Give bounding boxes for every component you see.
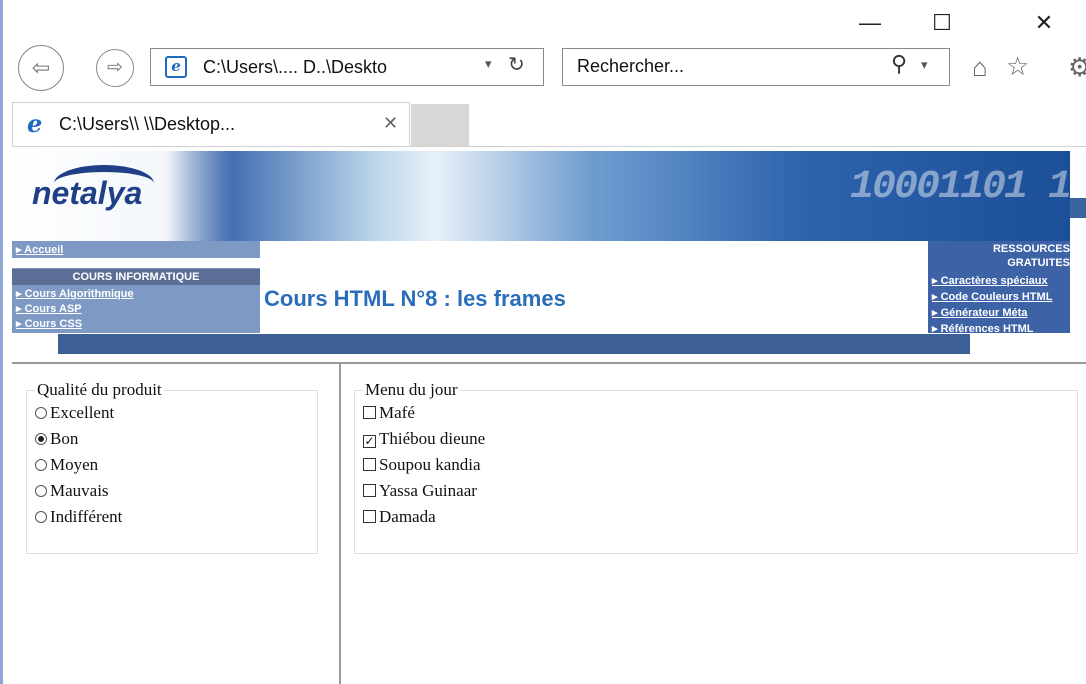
minimize-button[interactable]: — [848, 8, 892, 38]
search-input[interactable] [575, 55, 859, 78]
nav-link-accueil[interactable]: ▸ Accueil [16, 243, 63, 256]
radio-option[interactable]: Bon [35, 426, 317, 452]
banner-footer-bar [58, 334, 970, 354]
search-icon[interactable]: ⚲ [891, 51, 907, 77]
window-edge [0, 0, 3, 684]
checkbox-option[interactable]: Mafé [363, 400, 1077, 426]
radio-button[interactable] [35, 407, 47, 419]
checkbox-label: Thiébou dieune [379, 429, 486, 448]
radio-option[interactable]: Indifférent [35, 504, 317, 530]
checkbox-label: Damada [379, 507, 436, 526]
tab-title: C:\Users\\ \\Desktop... [59, 114, 236, 134]
qualite-legend: Qualité du produit [37, 380, 162, 399]
checkbox[interactable] [363, 484, 376, 497]
frame-divider[interactable] [339, 364, 341, 684]
checkbox-label: Soupou kandia [379, 455, 481, 474]
nav-separator [12, 258, 260, 268]
nav-link-asp[interactable]: ▸ Cours ASP [16, 302, 82, 315]
radio-option[interactable]: Moyen [35, 452, 317, 478]
address-dropdown-icon[interactable]: ▾ [485, 56, 492, 72]
radio-option[interactable]: Mauvais [35, 478, 317, 504]
maximize-button[interactable]: ☐ [920, 8, 964, 38]
search-box[interactable]: ⚲ ▾ [562, 48, 950, 86]
checkbox-checked[interactable]: ✓ [363, 435, 376, 448]
close-button[interactable]: ✕ [1022, 8, 1066, 38]
checkbox-label: Mafé [379, 403, 415, 422]
radio-button[interactable] [35, 485, 47, 497]
checkbox-option[interactable]: Damada [363, 504, 1077, 530]
page-title: Cours HTML N°8 : les frames [264, 286, 566, 311]
left-nav: ▸ Accueil COURS INFORMATIQUE ▸ Cours Alg… [12, 241, 260, 333]
checkbox[interactable] [363, 406, 376, 419]
resources-heading-1: RESSOURCES [992, 243, 1070, 255]
banner-edge [1070, 198, 1086, 218]
frame-border[interactable] [12, 362, 1086, 364]
checkbox-option[interactable]: Yassa Guinaar [363, 478, 1077, 504]
site-logo[interactable]: netalya [32, 175, 142, 212]
radio-button[interactable] [35, 459, 47, 471]
address-url[interactable]: C:\Users\.... D..\Deskto [203, 57, 473, 78]
resources-heading-2: GRATUITES [1007, 257, 1070, 269]
ie-page-icon: e [165, 56, 187, 78]
forward-arrow-icon: ⇨ [107, 57, 123, 78]
radio-label: Indifférent [50, 507, 123, 526]
menu-fieldset: Menu du jour Mafé ✓ Thiébou dieune Soupou… [354, 380, 1078, 554]
radio-button[interactable] [35, 511, 47, 523]
nav-link-caracteres[interactable]: ▸ Caractères spéciaux [932, 274, 1048, 287]
checkbox[interactable] [363, 510, 376, 523]
checkbox[interactable] [363, 458, 376, 471]
nav-link-couleurs[interactable]: ▸ Code Couleurs HTML [932, 290, 1052, 303]
address-bar[interactable]: e C:\Users\.... D..\Deskto ▾ ↻ [150, 48, 544, 86]
search-dropdown-icon[interactable]: ▾ [921, 57, 928, 73]
back-arrow-icon: ⇦ [31, 55, 51, 80]
gear-icon[interactable]: ⚙ [1068, 52, 1086, 83]
banner-binary-digits: 10001101 1 [849, 165, 1070, 210]
refresh-icon[interactable]: ↻ [508, 52, 525, 77]
site-banner: netalya 10001101 1 [12, 151, 1070, 241]
tab-close-icon[interactable]: ✕ [383, 113, 398, 134]
radio-label: Mauvais [50, 481, 109, 500]
nav-link-meta[interactable]: ▸ Générateur Méta [932, 306, 1027, 319]
qualite-fieldset: Qualité du produit Excellent Bon Moyen M… [26, 380, 318, 554]
new-tab-button[interactable] [411, 104, 469, 146]
menu-legend: Menu du jour [365, 380, 458, 399]
checkbox-option[interactable]: Soupou kandia [363, 452, 1077, 478]
favorites-star-icon[interactable]: ☆ [1006, 51, 1029, 82]
checkbox-option[interactable]: ✓ Thiébou dieune [363, 426, 1077, 452]
checkbox-label: Yassa Guinaar [379, 481, 477, 500]
tab-divider [12, 146, 1086, 147]
browser-tab[interactable]: e C:\Users\\ \\Desktop... ✕ [12, 102, 410, 146]
radio-option[interactable]: Excellent [35, 400, 317, 426]
nav-heading: COURS INFORMATIQUE [12, 269, 260, 285]
back-button[interactable]: ⇦ [18, 45, 64, 91]
nav-link-references[interactable]: ▸ Références HTML [932, 322, 1034, 333]
right-nav: RESSOURCES GRATUITES ▸ Caractères spécia… [928, 241, 1070, 333]
radio-label: Bon [50, 429, 79, 448]
nav-link-css[interactable]: ▸ Cours CSS [16, 317, 82, 330]
radio-button[interactable] [35, 433, 47, 445]
ie-logo-icon: e [27, 109, 43, 138]
nav-link-algorithmique[interactable]: ▸ Cours Algorithmique [16, 287, 134, 300]
forward-button[interactable]: ⇨ [96, 49, 134, 87]
radio-label: Excellent [50, 403, 115, 422]
home-icon[interactable]: ⌂ [972, 52, 988, 83]
radio-label: Moyen [50, 455, 99, 474]
